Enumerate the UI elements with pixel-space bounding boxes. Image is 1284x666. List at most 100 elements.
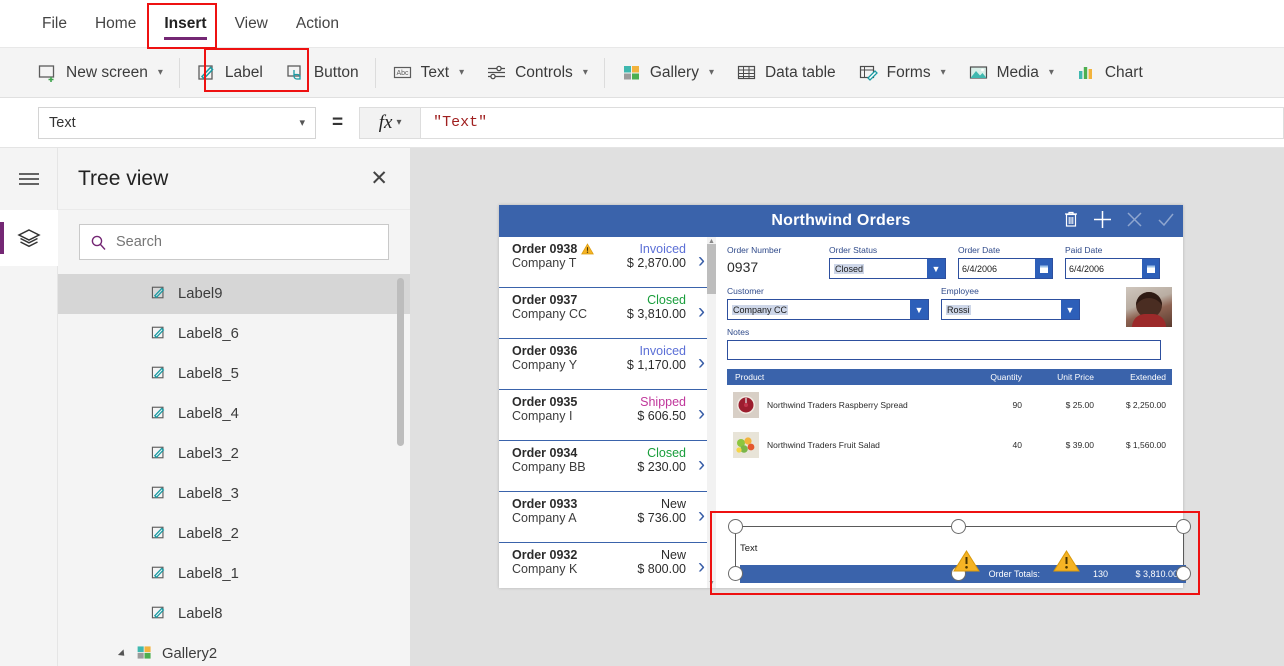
- resize-handle-top-center[interactable]: [951, 519, 966, 534]
- menu-tab-insert[interactable]: Insert: [150, 0, 220, 48]
- tree-item-label8_5[interactable]: Label8_5: [58, 354, 410, 394]
- fx-button[interactable]: fx ▾: [359, 106, 422, 139]
- orders-scrollbar-thumb[interactable]: [707, 244, 716, 294]
- label-icon: [150, 484, 167, 505]
- resize-handle-top-left[interactable]: [728, 519, 743, 534]
- chevron-down-icon[interactable]: ▼: [910, 300, 928, 319]
- customer-dropdown[interactable]: Company CC ▼: [727, 299, 929, 320]
- employee-dropdown[interactable]: Rossi ▼: [941, 299, 1080, 320]
- menu-tab-home[interactable]: Home: [81, 0, 150, 48]
- menu-bar: File Home Insert View Action: [0, 0, 1284, 48]
- order-status-field: Order Status Closed ▼: [829, 245, 946, 279]
- notes-label: Notes: [727, 327, 750, 337]
- tree-view-title: Tree view: [78, 166, 169, 190]
- order-list-item[interactable]: Order 0935 Shipped Company I $ 606.50 ›: [499, 390, 716, 441]
- tree-search-container: Search: [58, 210, 410, 274]
- resize-handle-bottom-right[interactable]: [1176, 566, 1191, 581]
- tree-item-label8_4[interactable]: Label8_4: [58, 394, 410, 434]
- menu-tab-action[interactable]: Action: [282, 0, 353, 48]
- ribbon-label-button[interactable]: Label: [185, 54, 274, 92]
- notes-input[interactable]: [727, 340, 1161, 360]
- ribbon-item-label: Label: [224, 63, 263, 81]
- calendar-icon[interactable]: [1035, 259, 1052, 278]
- order-list-item[interactable]: Order 0933 New Company A $ 736.00 ›: [499, 492, 716, 543]
- hamburger-menu-button[interactable]: [0, 148, 58, 210]
- chevron-down-icon: ▾: [708, 67, 714, 78]
- formula-input[interactable]: "Text": [421, 106, 1284, 139]
- order-status-dropdown[interactable]: Closed ▼: [829, 258, 946, 279]
- tree-item-label: Label8_2: [178, 526, 239, 542]
- plus-icon[interactable]: [1093, 210, 1112, 233]
- order-list-item[interactable]: Order 0936 Invoiced Company Y $ 1,170.00…: [499, 339, 716, 390]
- trash-icon[interactable]: [1063, 210, 1079, 232]
- label-icon: [150, 284, 167, 305]
- tree-item-label: Label8_3: [178, 486, 239, 502]
- order-list-item[interactable]: Order 0937 Closed Company CC $ 3,810.00 …: [499, 288, 716, 339]
- chevron-right-icon[interactable]: ›: [698, 403, 705, 424]
- label-icon: [150, 524, 167, 545]
- search-input[interactable]: Search: [79, 224, 389, 260]
- tree-item-gallery2[interactable]: Gallery2: [58, 634, 410, 666]
- search-icon: [91, 235, 106, 250]
- label-icon: [150, 324, 167, 345]
- order-list-item[interactable]: Order 0934 Closed Company BB $ 230.00 ›: [499, 441, 716, 492]
- ribbon-item-label: Controls: [515, 63, 573, 81]
- menu-tab-view[interactable]: View: [221, 0, 282, 48]
- formula-bar: Text ▾ = fx ▾ "Text": [0, 98, 1284, 148]
- order-status-value: Closed: [834, 263, 865, 274]
- check-icon[interactable]: [1157, 211, 1175, 232]
- chevron-right-icon[interactable]: ›: [698, 505, 705, 526]
- media-icon: [968, 62, 989, 83]
- menu-tab-file[interactable]: File: [28, 0, 81, 48]
- product-table-row[interactable]: Northwind Traders Raspberry Spread 90 $ …: [727, 385, 1172, 425]
- order-amount: $ 800.00: [637, 562, 686, 576]
- ribbon-media-button[interactable]: Media ▾: [957, 54, 1065, 92]
- powerapps-studio: File Home Insert View Action New screen: [0, 0, 1284, 666]
- ribbon-gallery-button[interactable]: Gallery ▾: [610, 54, 725, 92]
- expand-arrow-icon[interactable]: [117, 649, 128, 659]
- tree-item-label9[interactable]: Label9: [58, 274, 410, 314]
- ribbon-new-screen-button[interactable]: New screen ▾: [26, 54, 174, 92]
- employee-value: Rossi: [946, 304, 971, 315]
- gallery-icon: [621, 62, 642, 83]
- chevron-right-icon[interactable]: ›: [698, 301, 705, 322]
- tree-item-label8_1[interactable]: Label8_1: [58, 554, 410, 594]
- order-date-picker[interactable]: 6/4/2006: [958, 258, 1053, 279]
- resize-handle-top-right[interactable]: [1176, 519, 1191, 534]
- close-icon[interactable]: [1126, 211, 1143, 232]
- detail-row-1: Order Number 0937 Order Status Closed ▼ …: [727, 245, 1172, 279]
- paid-date-picker[interactable]: 6/4/2006: [1065, 258, 1160, 279]
- hamburger-icon: [19, 173, 39, 185]
- rail-tree-view-button[interactable]: [0, 210, 58, 266]
- tree-item-label8_6[interactable]: Label8_6: [58, 314, 410, 354]
- tree-item-label3_2[interactable]: Label3_2: [58, 434, 410, 474]
- employee-avatar: [1126, 287, 1172, 327]
- ribbon-controls-button[interactable]: Controls ▾: [475, 54, 599, 92]
- chevron-right-icon[interactable]: ›: [698, 556, 705, 577]
- chevron-right-icon[interactable]: ›: [698, 454, 705, 475]
- tree-item-label8_2[interactable]: Label8_2: [58, 514, 410, 554]
- chevron-down-icon[interactable]: ▼: [927, 259, 945, 278]
- ribbon-forms-button[interactable]: Forms ▾: [847, 54, 957, 92]
- ribbon-button-button[interactable]: Button: [274, 54, 370, 92]
- tree-item-label8_3[interactable]: Label8_3: [58, 474, 410, 514]
- order-list-item[interactable]: Order 0938 Invoiced Company T $ 2,870.00…: [499, 237, 716, 288]
- close-icon[interactable]: ✕: [370, 168, 388, 189]
- ribbon-text-button[interactable]: Abc Text ▾: [381, 54, 475, 92]
- ribbon-data-table-button[interactable]: Data table: [725, 54, 847, 92]
- product-table-row[interactable]: Northwind Traders Fruit Salad 40 $ 39.00…: [727, 425, 1172, 465]
- order-amount: $ 2,870.00: [626, 256, 686, 270]
- chevron-right-icon[interactable]: ›: [698, 352, 705, 373]
- chevron-down-icon[interactable]: ▼: [1061, 300, 1079, 319]
- resize-handle-bottom-left[interactable]: [728, 566, 743, 581]
- ribbon-chart-button[interactable]: Chart: [1065, 54, 1154, 92]
- chevron-right-icon[interactable]: ›: [698, 250, 705, 271]
- order-list-item[interactable]: Order 0932 New Company K $ 800.00 ›: [499, 543, 716, 588]
- app-header: Northwind Orders: [499, 205, 1183, 237]
- tree-view-scrollbar[interactable]: [397, 278, 404, 446]
- menu-tab-label: Action: [295, 14, 339, 32]
- calendar-icon[interactable]: [1142, 259, 1159, 278]
- tree-item-label8[interactable]: Label8: [58, 594, 410, 634]
- property-select[interactable]: Text ▾: [38, 106, 316, 139]
- order-id: Order 0937: [512, 293, 578, 307]
